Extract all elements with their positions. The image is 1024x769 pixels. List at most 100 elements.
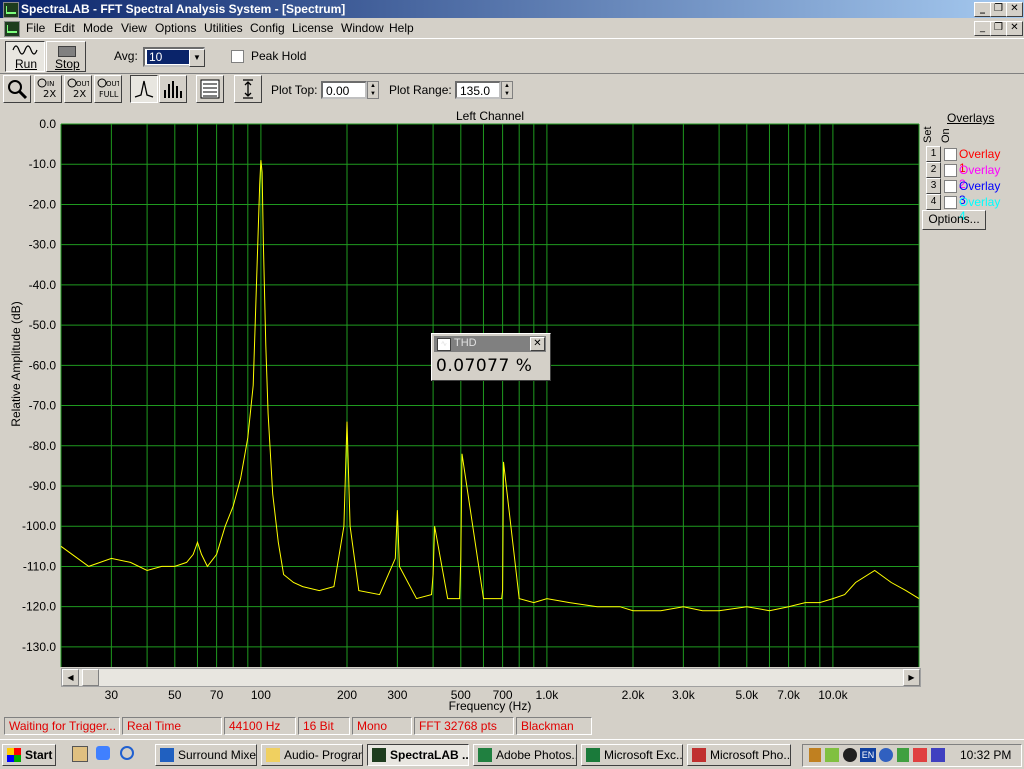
task-label: SpectraLAB ... (390, 748, 469, 762)
channel-title: Left Channel (455, 109, 525, 123)
spectrum-plot-frame: 0.0 -10.0 -20.0 -30.0 -40.0 -50.0 -60.0 -70.0 -8… (0, 105, 1024, 715)
scroll-right-icon[interactable]: ▶ (903, 669, 920, 686)
avg-select[interactable]: 10 ▼ (143, 47, 205, 67)
x-tick-label: 30 (105, 688, 119, 702)
thd-value: 0.07077 % (436, 356, 533, 376)
menu-file[interactable]: File (26, 21, 45, 35)
tray-speaker-icon[interactable] (825, 748, 839, 762)
overlay-set-button[interactable]: 3 (926, 178, 941, 194)
y-tick-label: -50.0 (29, 318, 57, 332)
spectrogram-button[interactable] (196, 75, 224, 103)
start-button[interactable]: Start (2, 744, 56, 766)
horizontal-scrollbar[interactable]: ◀ ▶ (61, 668, 921, 687)
status-window-function: Blackman (516, 717, 592, 735)
doc-restore-icon[interactable]: ❐ (990, 21, 1007, 36)
menu-options[interactable]: Options (155, 21, 196, 35)
task-adobe-photoshop[interactable]: Adobe Photos... (473, 744, 577, 766)
plot-top-spinner[interactable]: ▲ ▼ (367, 81, 379, 99)
task-microsoft-excel[interactable]: Microsoft Exc... (581, 744, 683, 766)
peak-hold-label: Peak Hold (251, 49, 307, 63)
task-label: Microsoft Pho... (710, 748, 791, 762)
task-spectralab[interactable]: SpectraLAB ... (367, 744, 469, 766)
overlay-set-button[interactable]: 1 (926, 146, 941, 162)
plot-range-input[interactable]: 135.0 (455, 81, 501, 99)
vertical-scale-icon (243, 79, 253, 99)
tray-volume-icon[interactable] (913, 748, 927, 762)
restore-icon[interactable]: ❐ (990, 2, 1007, 17)
menu-mode[interactable]: Mode (83, 21, 113, 35)
menu-help[interactable]: Help (389, 21, 414, 35)
zoom-out-2x-button[interactable]: OUT 2X (64, 75, 92, 103)
close-icon[interactable]: ✕ (1006, 2, 1023, 17)
overlay-on-checkbox[interactable] (944, 148, 957, 161)
outlook-icon[interactable] (96, 746, 110, 760)
overlay-on-checkbox[interactable] (944, 164, 957, 177)
tray-network-icon[interactable] (843, 748, 857, 762)
spectrum-chart[interactable]: 0.0-10.0-20.0-30.0-40.0-50.0-60.0-70.0-8… (0, 105, 920, 715)
line-plot-icon (134, 80, 154, 98)
spectralab-app-icon[interactable] (3, 2, 19, 18)
language-indicator[interactable]: EN (860, 748, 876, 762)
menu-view[interactable]: View (121, 21, 147, 35)
menu-window[interactable]: Window (341, 21, 384, 35)
peak-hold-checkbox[interactable] (231, 50, 244, 63)
show-desktop-icon[interactable] (72, 746, 88, 762)
mixer-icon (160, 748, 174, 762)
title-bar: SpectraLAB - FFT Spectral Analysis Syste… (0, 0, 1024, 18)
plot-range-spinner[interactable]: ▲ ▼ (501, 81, 513, 99)
zoom-full-icon: OUT FULL (97, 78, 119, 99)
overlays-title: Overlays (947, 111, 995, 125)
y-tick-label: -80.0 (29, 439, 57, 453)
overlay-on-checkbox[interactable] (944, 180, 957, 193)
overlay-options-button[interactable]: Options... (922, 210, 986, 230)
scroll-thumb[interactable] (82, 669, 99, 686)
excel-icon (586, 748, 600, 762)
overlay-on-header: On (940, 128, 952, 143)
menu-license[interactable]: License (292, 21, 333, 35)
magnifier-button[interactable] (3, 75, 31, 103)
document-icon[interactable] (4, 21, 20, 37)
chevron-down-icon[interactable]: ▼ (189, 49, 205, 67)
task-surround-mixer[interactable]: Surround Mixer (155, 744, 257, 766)
zoom-out-2x-icon: OUT2X (67, 78, 89, 100)
task-label: Adobe Photos... (496, 748, 577, 762)
status-fft-size: FFT 32768 pts (414, 717, 514, 735)
y-tick-label: -10.0 (29, 157, 57, 171)
svg-text:IN: IN (47, 80, 54, 88)
y-tick-label: -110.0 (23, 559, 56, 573)
overlay-set-button[interactable]: 2 (926, 162, 941, 178)
thd-title-bar[interactable]: ∿ THD ✕ (434, 336, 546, 352)
tray-globe-icon[interactable] (879, 748, 893, 762)
bar-plot-button[interactable] (159, 75, 187, 103)
zoom-in-2x-button[interactable]: IN 2X (34, 75, 62, 103)
line-plot-button[interactable] (130, 75, 158, 103)
overlay-on-checkbox[interactable] (944, 196, 957, 209)
thd-window[interactable]: ∿ THD ✕ 0.07077 % (431, 333, 551, 381)
close-icon[interactable]: ✕ (530, 337, 545, 351)
system-tray: EN 10:32 PM (802, 744, 1022, 767)
stop-button[interactable]: Stop (46, 41, 86, 72)
tray-app-icon[interactable] (809, 748, 821, 762)
menu-config[interactable]: Config (250, 21, 285, 35)
overlay-set-button[interactable]: 4 (926, 194, 941, 210)
scroll-left-icon[interactable]: ◀ (62, 669, 79, 686)
y-tick-label: -60.0 (29, 358, 57, 372)
minimize-icon[interactable]: _ (974, 2, 991, 17)
zoom-full-button[interactable]: OUT FULL (94, 75, 122, 103)
doc-minimize-icon[interactable]: _ (974, 21, 991, 36)
menu-utilities[interactable]: Utilities (204, 21, 243, 35)
tray-tool-icon[interactable] (897, 748, 909, 762)
task-microsoft-photo[interactable]: Microsoft Pho... (687, 744, 791, 766)
plot-top-input[interactable]: 0.00 (321, 81, 367, 99)
window-title: SpectraLAB - FFT Spectral Analysis Syste… (21, 2, 346, 16)
tray-monitor-icon[interactable] (931, 748, 945, 762)
menu-edit[interactable]: Edit (54, 21, 75, 35)
scale-button[interactable] (234, 75, 262, 103)
task-audio-programs[interactable]: Audio- Programs (261, 744, 363, 766)
bar-plot-icon (164, 81, 182, 98)
x-tick-label: 2.0k (622, 688, 646, 702)
doc-close-icon[interactable]: ✕ (1006, 21, 1023, 36)
run-button[interactable]: Run (5, 41, 45, 72)
internet-explorer-icon[interactable] (120, 746, 134, 760)
x-tick-label: 1.0k (536, 688, 560, 702)
